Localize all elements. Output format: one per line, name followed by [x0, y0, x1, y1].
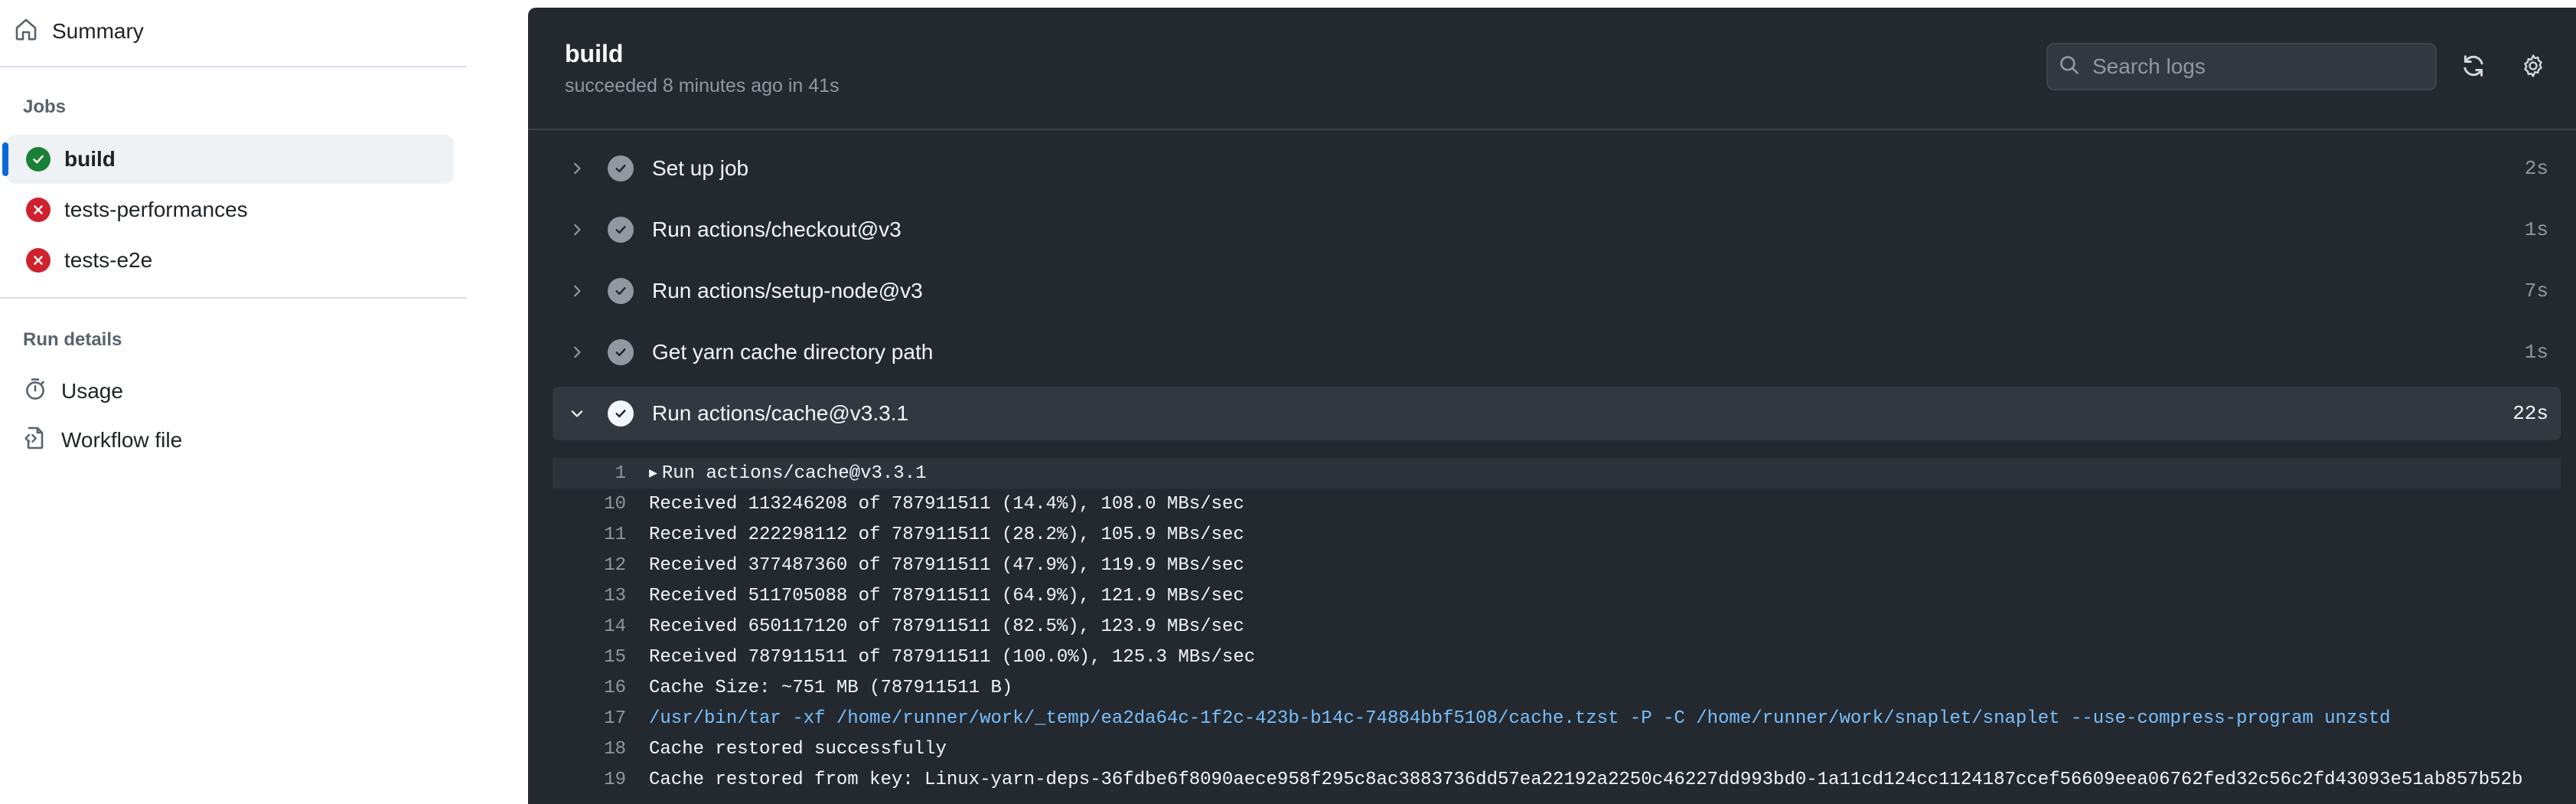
- step-check-icon: [608, 278, 634, 304]
- line-number: 17: [604, 708, 626, 729]
- job-label: tests-performances: [64, 198, 248, 221]
- line-number: 14: [604, 616, 626, 637]
- sidebar-summary-label: Summary: [52, 19, 144, 43]
- log-line[interactable]: 1 ▶ Run actions/cache@v3.3.1: [553, 458, 2561, 489]
- job-log-panel: build succeeded 8 minutes ago in 41s Sea…: [528, 8, 2576, 804]
- step-name: Get yarn cache directory path: [652, 340, 934, 364]
- step-duration: 2s: [2524, 157, 2548, 180]
- job-label: tests-e2e: [64, 248, 153, 272]
- sidebar-item-summary[interactable]: Summary: [14, 11, 144, 52]
- log-text: Cache Size: ~751 MB (787911511 B): [649, 677, 1013, 698]
- sidebar-job-tests-performances[interactable]: tests-performances: [6, 185, 454, 234]
- log-command-text: /usr/bin/tar -xf /home/runner/work/_temp…: [649, 708, 2391, 729]
- step-duration: 22s: [2512, 402, 2548, 425]
- run-details-heading: Run details: [23, 329, 122, 350]
- step-get-yarn-cache-path[interactable]: Get yarn cache directory path 1s: [553, 325, 2561, 379]
- step-check-icon: [608, 217, 634, 243]
- log-line: 17 /usr/bin/tar -xf /home/runner/work/_t…: [553, 703, 2561, 734]
- failure-x-icon: [26, 198, 51, 222]
- line-number: 13: [604, 585, 626, 606]
- step-check-icon: [608, 339, 634, 365]
- job-title: build: [565, 40, 624, 67]
- sidebar-item-workflow-file[interactable]: Workflow file: [23, 420, 182, 461]
- log-line: 19 Cache restored from key: Linux-yarn-d…: [553, 764, 2561, 795]
- step-run-setup-node[interactable]: Run actions/setup-node@v3 7s: [553, 264, 2561, 318]
- gear-icon: [2520, 53, 2546, 83]
- sidebar-item-usage[interactable]: Usage: [23, 371, 123, 412]
- log-text: Received 787911511 of 787911511 (100.0%)…: [649, 646, 1256, 668]
- log-output: 1 ▶ Run actions/cache@v3.3.1 10 Received…: [553, 458, 2561, 795]
- refresh-button[interactable]: [2458, 52, 2489, 83]
- step-name: Set up job: [652, 156, 749, 180]
- step-check-icon: [608, 155, 634, 181]
- log-text: Received 377487360 of 787911511 (47.9%),…: [649, 554, 1244, 576]
- step-check-icon: [608, 400, 634, 427]
- log-line: 12 Received 377487360 of 787911511 (47.9…: [553, 550, 2561, 580]
- stopwatch-icon: [23, 377, 47, 407]
- log-line: 15 Received 787911511 of 787911511 (100.…: [553, 642, 2561, 672]
- log-text: Received 222298112 of 787911511 (28.2%),…: [649, 524, 1244, 545]
- log-line: 13 Received 511705088 of 787911511 (64.9…: [553, 580, 2561, 611]
- step-run-checkout[interactable]: Run actions/checkout@v3 1s: [553, 203, 2561, 257]
- chevron-right-icon: [562, 153, 592, 184]
- search-logs-input[interactable]: [2091, 54, 2415, 80]
- step-duration: 1s: [2524, 218, 2548, 241]
- chevron-right-icon: [562, 214, 592, 245]
- line-number: 15: [604, 646, 626, 668]
- success-check-icon: [26, 147, 51, 172]
- sidebar-divider: [0, 66, 467, 67]
- sidebar-divider: [0, 297, 467, 299]
- line-number: 11: [604, 524, 626, 545]
- triangle-right-icon[interactable]: ▶: [649, 465, 657, 482]
- log-text: Run actions/cache@v3.3.1: [661, 462, 927, 484]
- sidebar-job-tests-e2e[interactable]: tests-e2e: [6, 236, 454, 285]
- step-run-cache[interactable]: Run actions/cache@v3.3.1 22s: [553, 387, 2561, 440]
- line-number: 19: [604, 769, 626, 790]
- jobs-heading: Jobs: [23, 96, 67, 117]
- step-name: Run actions/checkout@v3: [652, 217, 902, 241]
- usage-label: Usage: [61, 379, 123, 403]
- log-line: 18 Cache restored successfully: [553, 734, 2561, 764]
- step-duration: 7s: [2524, 279, 2548, 302]
- search-logs-box[interactable]: [2046, 43, 2437, 90]
- log-line: 11 Received 222298112 of 787911511 (28.2…: [553, 519, 2561, 550]
- line-number: 1: [615, 462, 626, 484]
- log-text: Received 650117120 of 787911511 (82.5%),…: [649, 616, 1244, 637]
- step-name: Run actions/cache@v3.3.1: [652, 401, 909, 425]
- sync-icon: [2460, 53, 2486, 83]
- sidebar-job-build[interactable]: build: [2, 135, 454, 184]
- line-number: 18: [604, 738, 626, 760]
- workflow-file-label: Workflow file: [61, 428, 183, 452]
- sidebar: Summary Jobs build tests-performances te…: [0, 0, 468, 804]
- step-duration: 1s: [2524, 341, 2548, 364]
- log-text: Received 511705088 of 787911511 (64.9%),…: [649, 585, 1244, 606]
- job-label: build: [64, 147, 116, 171]
- chevron-right-icon: [562, 337, 592, 368]
- home-icon: [14, 17, 38, 47]
- line-number: 10: [604, 493, 626, 515]
- log-text: Received 113246208 of 787911511 (14.4%),…: [649, 493, 1244, 515]
- search-icon: [2059, 54, 2080, 80]
- log-line: 14 Received 650117120 of 787911511 (82.5…: [553, 611, 2561, 642]
- settings-button[interactable]: [2518, 52, 2548, 83]
- log-text: Cache restored from key: Linux-yarn-deps…: [649, 769, 2523, 790]
- step-name: Run actions/setup-node@v3: [652, 279, 923, 302]
- chevron-down-icon: [562, 398, 592, 429]
- chevron-right-icon: [562, 276, 592, 306]
- log-line: 10 Received 113246208 of 787911511 (14.4…: [553, 489, 2561, 519]
- line-number: 12: [604, 554, 626, 576]
- line-number: 16: [604, 677, 626, 698]
- file-code-icon: [23, 426, 47, 456]
- active-indicator: [2, 142, 8, 176]
- step-set-up-job[interactable]: Set up job 2s: [553, 142, 2561, 195]
- job-header: build succeeded 8 minutes ago in 41s: [528, 8, 2576, 130]
- log-text: Cache restored successfully: [649, 738, 947, 760]
- job-status-subtitle: succeeded 8 minutes ago in 41s: [565, 75, 840, 96]
- failure-x-icon: [26, 248, 51, 273]
- log-line: 16 Cache Size: ~751 MB (787911511 B): [553, 672, 2561, 703]
